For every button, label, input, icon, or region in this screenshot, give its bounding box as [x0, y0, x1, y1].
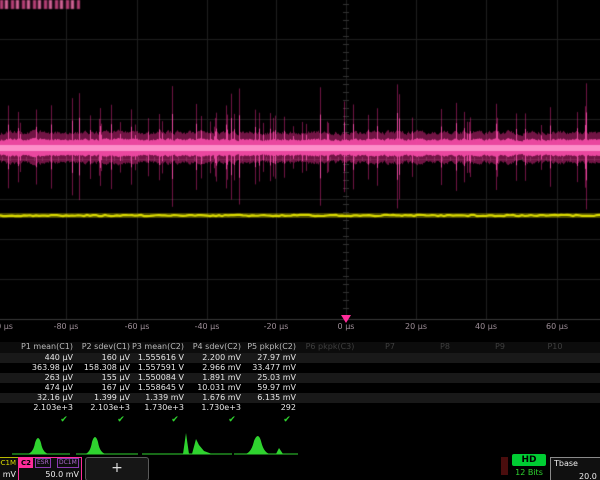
param-header-unused[interactable]: P8: [415, 342, 475, 352]
measure-cell: 1.676 mV: [181, 393, 241, 403]
time-axis-label: -20 µs: [264, 322, 289, 331]
measure-cell: 1.730e+3: [181, 403, 241, 413]
measure-cell: 25.03 mV: [236, 373, 296, 383]
time-axis-label: -40 µs: [195, 322, 220, 331]
param-header-unused[interactable]: P10: [525, 342, 585, 352]
status-check-icon: ✔: [57, 415, 71, 425]
c2-coupling-tag: DC1M: [57, 458, 79, 468]
measure-row: 263 µV155 µV1.550084 V1.891 mV25.03 mV: [0, 373, 600, 383]
measure-cell: 440 µV: [13, 353, 73, 363]
timebase-scale: 20.0 µs/div: [579, 472, 600, 480]
param-header[interactable]: P2 sdev(C1): [70, 342, 130, 352]
time-axis-label: -100 µs: [0, 322, 13, 331]
measure-cell: 263 µV: [13, 373, 73, 383]
measure-cell: 2.103e+3: [13, 403, 73, 413]
clipped-descriptor-fragment: [501, 457, 508, 475]
measure-row: 363.98 µV158.308 µV1.557591 V2.966 mV33.…: [0, 363, 600, 373]
measure-cell: 160 µV: [70, 353, 130, 363]
param-header-unused[interactable]: P7: [360, 342, 420, 352]
hd-bits-label: 12 Bits: [512, 468, 546, 477]
time-axis-label: 0 µs: [338, 322, 355, 331]
measure-cell: 10.031 mV: [181, 383, 241, 393]
measure-cell: 1.339 mV: [124, 393, 184, 403]
channel-descriptor-c1[interactable]: DC1M 10.0 mV: [0, 457, 19, 480]
measure-cell: 158.308 µV: [70, 363, 130, 373]
measure-cell: 1.550084 V: [124, 373, 184, 383]
param-header[interactable]: P5 pkpk(C2): [236, 342, 296, 352]
measure-cell: 1.399 µV: [70, 393, 130, 403]
c1-coupling-tag: DC1M: [0, 459, 16, 467]
time-axis-label: 40 µs: [475, 322, 497, 331]
measure-row: 440 µV160 µV1.555616 V2.200 mV27.97 mV: [0, 353, 600, 363]
measure-cell: 1.730e+3: [124, 403, 184, 413]
measure-cell: 2.103e+3: [70, 403, 130, 413]
time-axis-label: -80 µs: [54, 322, 79, 331]
measure-header-row: P1 mean(C1)P2 sdev(C1)P3 mean(C2)P4 sdev…: [0, 342, 600, 353]
timebase-descriptor[interactable]: Tbase 20.0 µs/div: [550, 457, 600, 480]
measure-cell: 292: [236, 403, 296, 413]
measure-cell: 32.16 µV: [13, 393, 73, 403]
measure-cell: 59.97 mV: [236, 383, 296, 393]
param-header[interactable]: P1 mean(C1): [13, 342, 73, 352]
param-header[interactable]: P3 mean(C2): [124, 342, 184, 352]
measure-cell: 363.98 µV: [13, 363, 73, 373]
add-trace-button[interactable]: +: [85, 457, 149, 480]
channel-descriptor-c2[interactable]: C2 ESR DC1M 50.0 mV: [18, 457, 82, 480]
param-header-unused[interactable]: P11: [580, 342, 600, 352]
measure-cell: 155 µV: [70, 373, 130, 383]
measure-cell: 2.966 mV: [181, 363, 241, 373]
time-axis-label: -60 µs: [125, 322, 150, 331]
histicon-p1: [12, 438, 70, 454]
measure-cell: 33.477 mV: [236, 363, 296, 373]
time-axis-label: 20 µs: [405, 322, 427, 331]
status-check-icon: ✔: [114, 415, 128, 425]
param-header-unused[interactable]: P6 pkpk(C3): [300, 342, 360, 352]
measure-cell: 27.97 mV: [236, 353, 296, 363]
measure-cell: 1.557591 V: [124, 363, 184, 373]
measure-row: 32.16 µV1.399 µV1.339 mV1.676 mV6.135 mV: [0, 393, 600, 403]
timebase-title: Tbase: [554, 459, 578, 468]
histicons: [0, 431, 600, 457]
param-header[interactable]: P4 sdev(C2): [181, 342, 241, 352]
status-check-icon: ✔: [225, 415, 239, 425]
histicon-p4: [186, 439, 232, 454]
measure-cell: 2.200 mV: [181, 353, 241, 363]
waveform-grid[interactable]: [0, 0, 600, 332]
measure-cell: 474 µV: [13, 383, 73, 393]
histicon-p2: [76, 437, 138, 454]
measure-status-row: ✔ ✔ ✔ ✔ ✔: [0, 414, 600, 427]
measure-row: 2.103e+32.103e+31.730e+31.730e+3292: [0, 403, 600, 413]
clipped-trace-label-fragment: [0, 0, 80, 9]
status-check-icon: ✔: [168, 415, 182, 425]
measure-cell: 1.555616 V: [124, 353, 184, 363]
hd-mode-badge[interactable]: HD: [512, 454, 546, 466]
measure-cell: 1.891 mV: [181, 373, 241, 383]
c2-channel-chip: C2: [19, 458, 33, 468]
time-axis-label: 60 µs: [546, 322, 568, 331]
oscilloscope-screen: -100 µs -80 µs -60 µs -40 µs -20 µs 0 µs 20 µs…: [0, 0, 600, 480]
measure-cell: 167 µV: [70, 383, 130, 393]
status-check-icon: ✔: [280, 415, 294, 425]
measure-cell: 1.558645 V: [124, 383, 184, 393]
param-header-unused[interactable]: P9: [470, 342, 530, 352]
c2-esr-tag: ESR: [35, 458, 51, 468]
c2-volts-per-div: 50.0 mV: [45, 470, 79, 479]
measure-cell: 6.135 mV: [236, 393, 296, 403]
c1-volts-per-div: 10.0 mV: [0, 470, 16, 479]
histicon-p5: [234, 436, 298, 454]
measure-row: 474 µV167 µV1.558645 V10.031 mV59.97 mV: [0, 383, 600, 393]
